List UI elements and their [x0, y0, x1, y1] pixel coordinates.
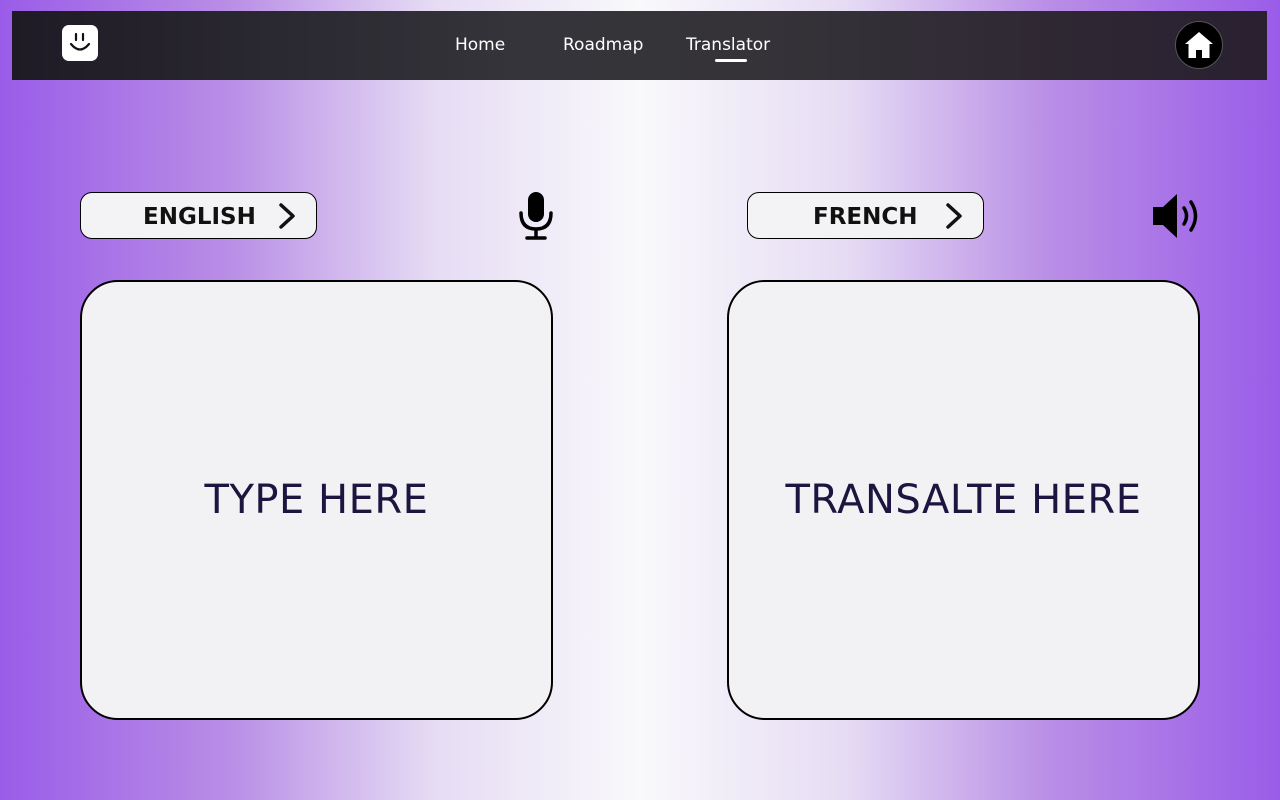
- app-logo[interactable]: [62, 25, 98, 61]
- home-icon: [1185, 32, 1213, 58]
- nav-roadmap-link[interactable]: Roadmap: [563, 35, 643, 55]
- source-language-label: ENGLISH: [143, 204, 256, 230]
- translation-placeholder: TRANSALTE HERE: [785, 477, 1142, 523]
- active-tab-indicator: [715, 59, 747, 62]
- home-button[interactable]: [1175, 21, 1223, 69]
- chevron-right-icon: [946, 203, 962, 229]
- source-text-input[interactable]: TYPE HERE: [80, 280, 553, 720]
- smiley-icon: [69, 32, 91, 51]
- nav-translator-link[interactable]: Translator: [686, 35, 770, 55]
- chevron-right-icon: [279, 203, 295, 229]
- microphone-icon[interactable]: [518, 191, 554, 241]
- nav-home-link[interactable]: Home: [455, 35, 505, 55]
- target-language-selector[interactable]: FRENCH: [747, 192, 984, 239]
- top-navbar: Home Roadmap Translator: [12, 11, 1267, 80]
- target-language-label: FRENCH: [813, 204, 918, 230]
- translation-output[interactable]: TRANSALTE HERE: [727, 280, 1200, 720]
- source-placeholder: TYPE HERE: [204, 477, 429, 523]
- speaker-icon[interactable]: [1151, 191, 1203, 241]
- source-language-selector[interactable]: ENGLISH: [80, 192, 317, 239]
